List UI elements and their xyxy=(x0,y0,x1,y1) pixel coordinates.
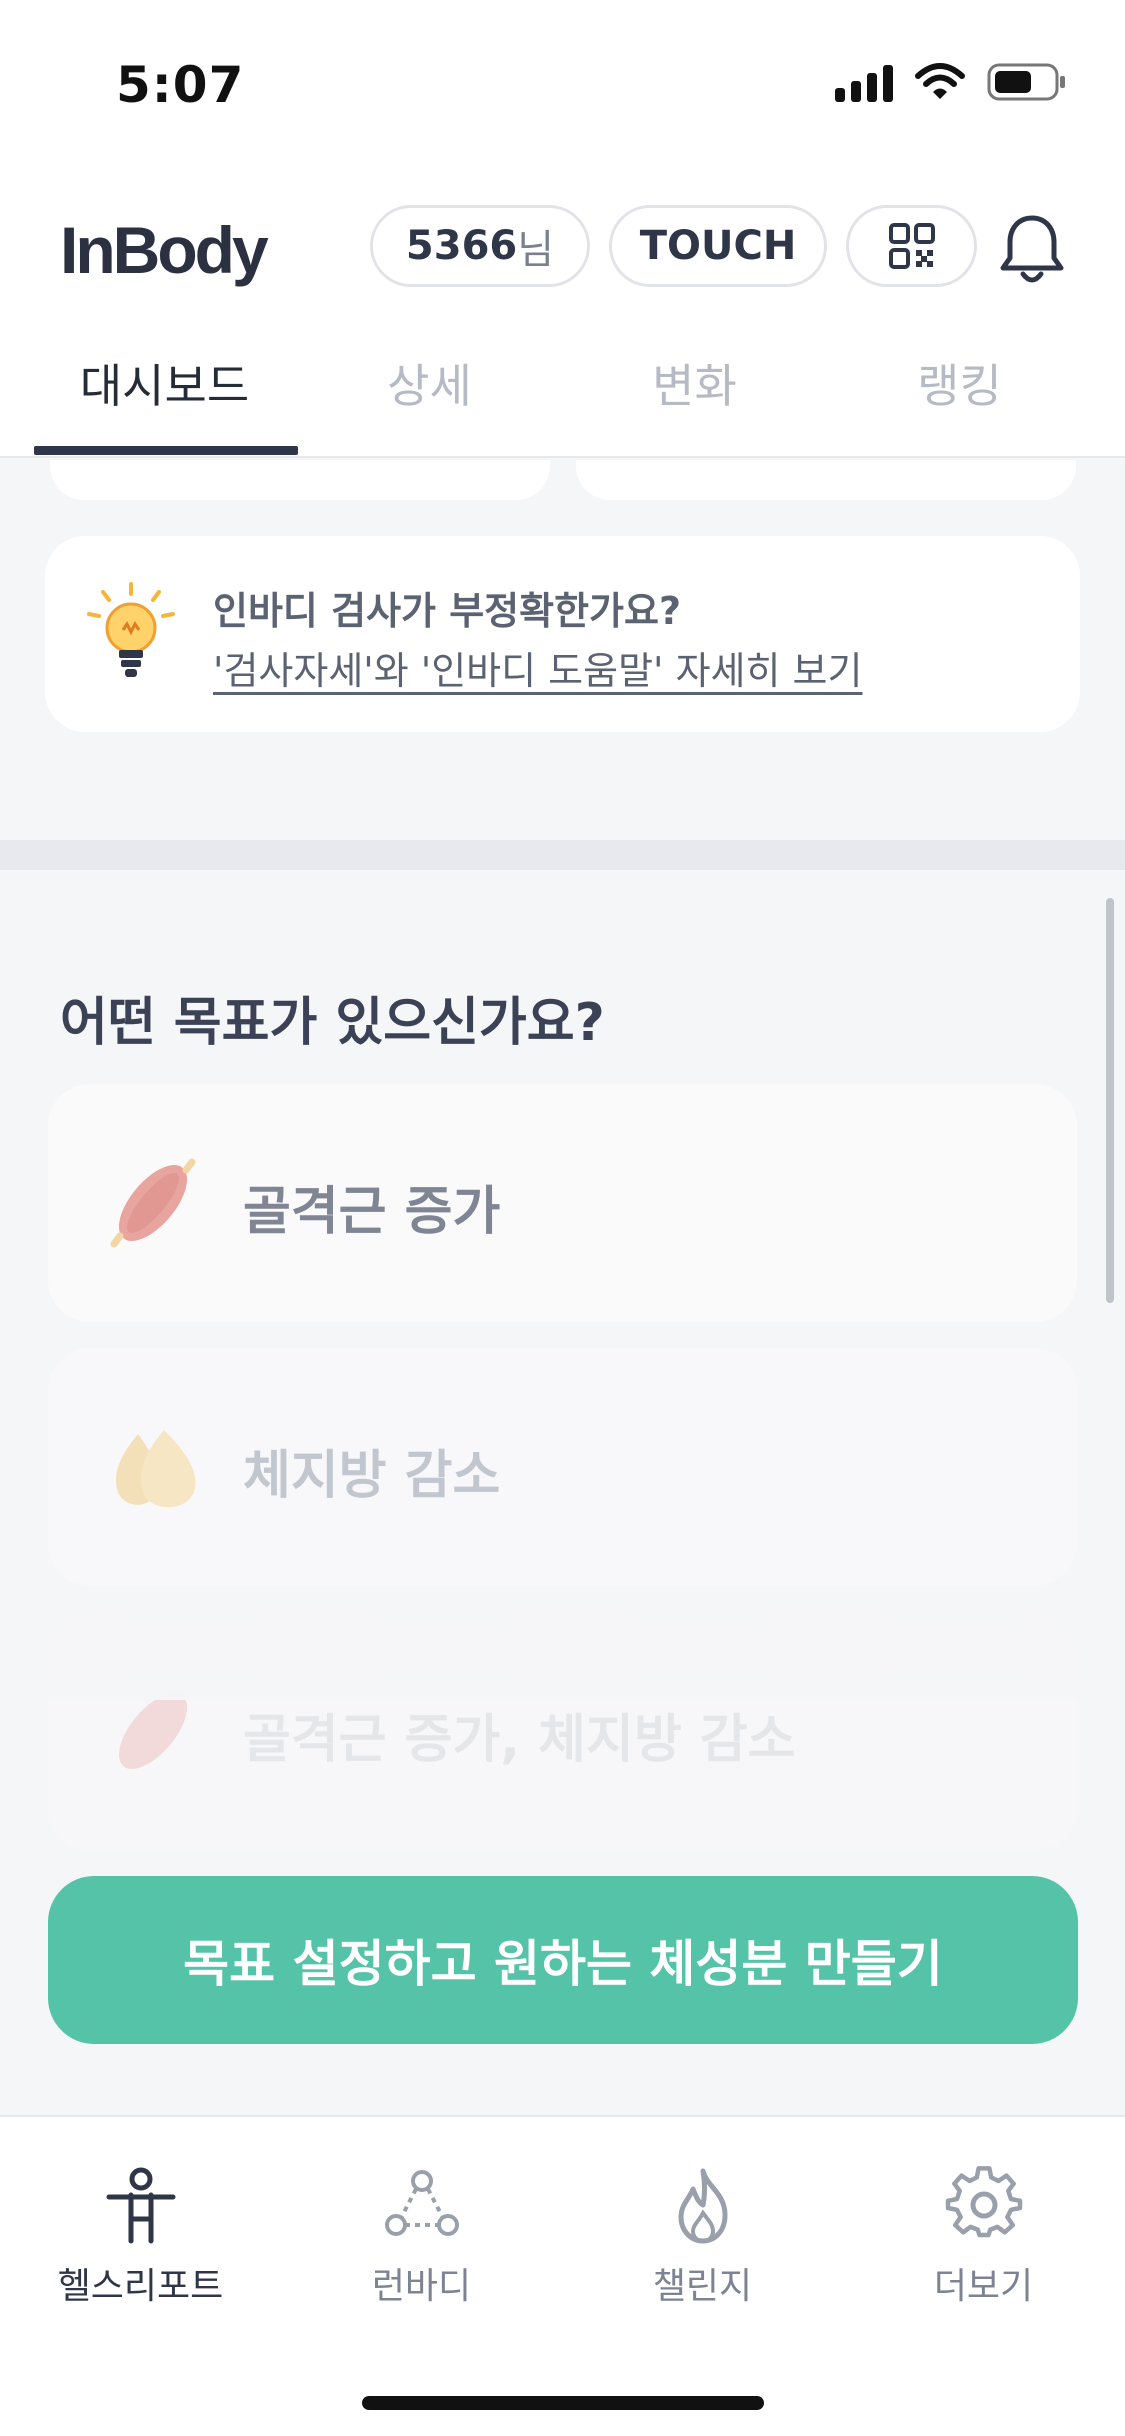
help-link[interactable]: '검사자세'와 '인바디 도움말' 자세히 보기 xyxy=(213,640,862,695)
nav-challenge[interactable]: 챌린지 xyxy=(562,2165,843,2309)
nav-label: 헬스리포트 xyxy=(57,2266,224,2307)
tab-change[interactable]: 변화 xyxy=(554,350,835,416)
partial-card-right xyxy=(576,460,1076,500)
touch-button[interactable]: TOUCH xyxy=(609,205,827,287)
goal-option-label: 체지방 감소 xyxy=(243,1446,501,1506)
muscle-icon xyxy=(110,1158,196,1248)
gear-icon xyxy=(945,2166,1022,2238)
user-id-badge[interactable]: 5366 님 xyxy=(370,205,590,287)
top-tabs: 대시보드 상세 변화 랭킹 xyxy=(0,320,1125,458)
help-title: 인바디 검사가 부정확한가요? xyxy=(213,589,682,633)
goal-option-label: 골격근 증가, 체지방 감소 xyxy=(243,1710,796,1770)
goal-heading: 어떤 목표가 있으신가요? xyxy=(60,993,605,1053)
app-screen: 5:07 InBody 5366 님 TOUCH 대시보드 상세 변화 랭킹 인… xyxy=(0,0,1125,2436)
nav-more[interactable]: 더보기 xyxy=(843,2165,1124,2309)
tab-ranking[interactable]: 랭킹 xyxy=(819,350,1100,416)
tab-detail[interactable]: 상세 xyxy=(289,350,570,416)
notification-bell-icon[interactable] xyxy=(998,212,1066,288)
nav-label: 챌린지 xyxy=(652,2266,753,2307)
dashboard-content[interactable]: 인바디 검사가 부정확한가요? '검사자세'와 '인바디 도움말' 자세히 보기… xyxy=(0,460,1125,2115)
inbody-logo: InBody xyxy=(60,213,269,287)
help-card[interactable]: 인바디 검사가 부정확한가요? '검사자세'와 '인바디 도움말' 자세히 보기 xyxy=(45,536,1080,732)
body-icon xyxy=(106,2167,175,2244)
list-fade-overlay xyxy=(0,1560,1125,1700)
nav-runbody[interactable]: 런바디 xyxy=(281,2165,562,2309)
tab-dashboard[interactable]: 대시보드 xyxy=(24,350,305,416)
user-suffix: 님 xyxy=(517,227,555,273)
scrollbar[interactable] xyxy=(1106,898,1114,1303)
nav-label: 더보기 xyxy=(933,2266,1034,2307)
goal-option-fat-loss[interactable]: 체지방 감소 xyxy=(48,1348,1077,1586)
qr-code-icon xyxy=(888,223,935,269)
set-goal-button[interactable]: 목표 설정하고 원하는 체성분 만들기 xyxy=(48,1876,1078,2044)
flame-icon xyxy=(678,2168,727,2244)
fat-drops-icon xyxy=(116,1430,196,1508)
nav-label: 런바디 xyxy=(371,2266,472,2307)
battery-icon xyxy=(987,63,1065,101)
lightbulb-icon xyxy=(87,582,175,677)
nav-health-report[interactable]: 헬스리포트 xyxy=(0,2165,281,2309)
bottom-nav: 헬스리포트 런바디 챌린지 더보기 xyxy=(0,2115,1125,2436)
status-icons xyxy=(835,62,1067,102)
user-id: 5366 xyxy=(405,223,518,269)
app-header: InBody 5366 님 TOUCH xyxy=(0,170,1125,320)
goal-option-muscle-gain[interactable]: 골격근 증가 xyxy=(48,1084,1077,1322)
status-time: 5:07 xyxy=(116,56,245,114)
status-bar: 5:07 xyxy=(0,0,1125,170)
section-divider xyxy=(0,840,1125,870)
partial-card-left xyxy=(50,460,550,500)
qr-code-button[interactable] xyxy=(846,205,977,287)
home-indicator xyxy=(362,2396,764,2410)
active-tab-indicator xyxy=(34,446,298,455)
network-icon xyxy=(384,2170,459,2236)
goal-option-label: 골격근 증가 xyxy=(243,1182,501,1242)
cellular-signal-icon xyxy=(835,62,893,102)
wifi-icon xyxy=(915,63,965,99)
